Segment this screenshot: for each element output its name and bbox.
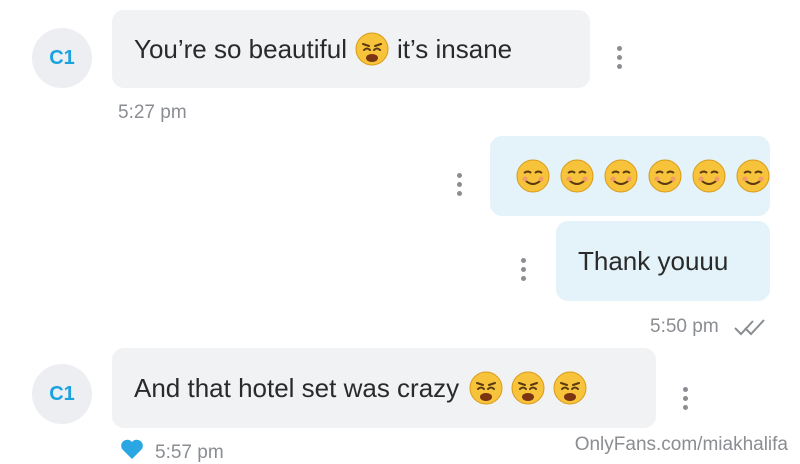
- watermark: OnlyFans.com/miakhalifa: [574, 434, 788, 455]
- avatar[interactable]: C1: [32, 364, 92, 424]
- more-options-icon[interactable]: [520, 258, 526, 281]
- weary-face-emoji: [553, 371, 587, 405]
- message-text: it’s insane: [396, 33, 513, 64]
- weary-face-emoji: [469, 371, 503, 405]
- avatar[interactable]: C1: [32, 28, 92, 88]
- double-check-icon: [734, 319, 765, 336]
- message-text: Thank youuu: [578, 245, 729, 276]
- incoming-message-bubble[interactable]: You’re so beautiful it’s insane: [112, 10, 590, 88]
- weary-face-emoji: [355, 32, 389, 66]
- smiling-face-emoji: [736, 159, 770, 193]
- message-timestamp: 5:50 pm: [650, 316, 719, 337]
- avatar-initials: C1: [49, 382, 75, 405]
- more-options-icon[interactable]: [456, 173, 462, 196]
- more-options-icon[interactable]: [616, 46, 622, 69]
- weary-face-emoji: [511, 371, 545, 405]
- outgoing-message-bubble[interactable]: [490, 136, 770, 216]
- incoming-message-bubble[interactable]: And that hotel set was crazy: [112, 348, 656, 428]
- outgoing-message-bubble[interactable]: Thank youuu: [556, 221, 770, 301]
- message-timestamp: 5:57 pm: [155, 442, 224, 463]
- smiling-face-emoji: [692, 159, 726, 193]
- message-text: You’re so beautiful: [134, 33, 347, 64]
- avatar-initials: C1: [49, 46, 75, 69]
- weary-face-emoji-row: [467, 371, 589, 405]
- heart-icon[interactable]: [120, 438, 144, 460]
- smiling-face-emoji: [604, 159, 638, 193]
- smiling-face-emoji: [560, 159, 594, 193]
- smiling-face-emoji: [516, 159, 550, 193]
- message-timestamp: 5:27 pm: [118, 102, 187, 123]
- more-options-icon[interactable]: [682, 387, 688, 410]
- message-text: And that hotel set was crazy: [134, 372, 460, 403]
- smiling-face-emoji-row: [514, 159, 772, 193]
- smiling-face-emoji: [648, 159, 682, 193]
